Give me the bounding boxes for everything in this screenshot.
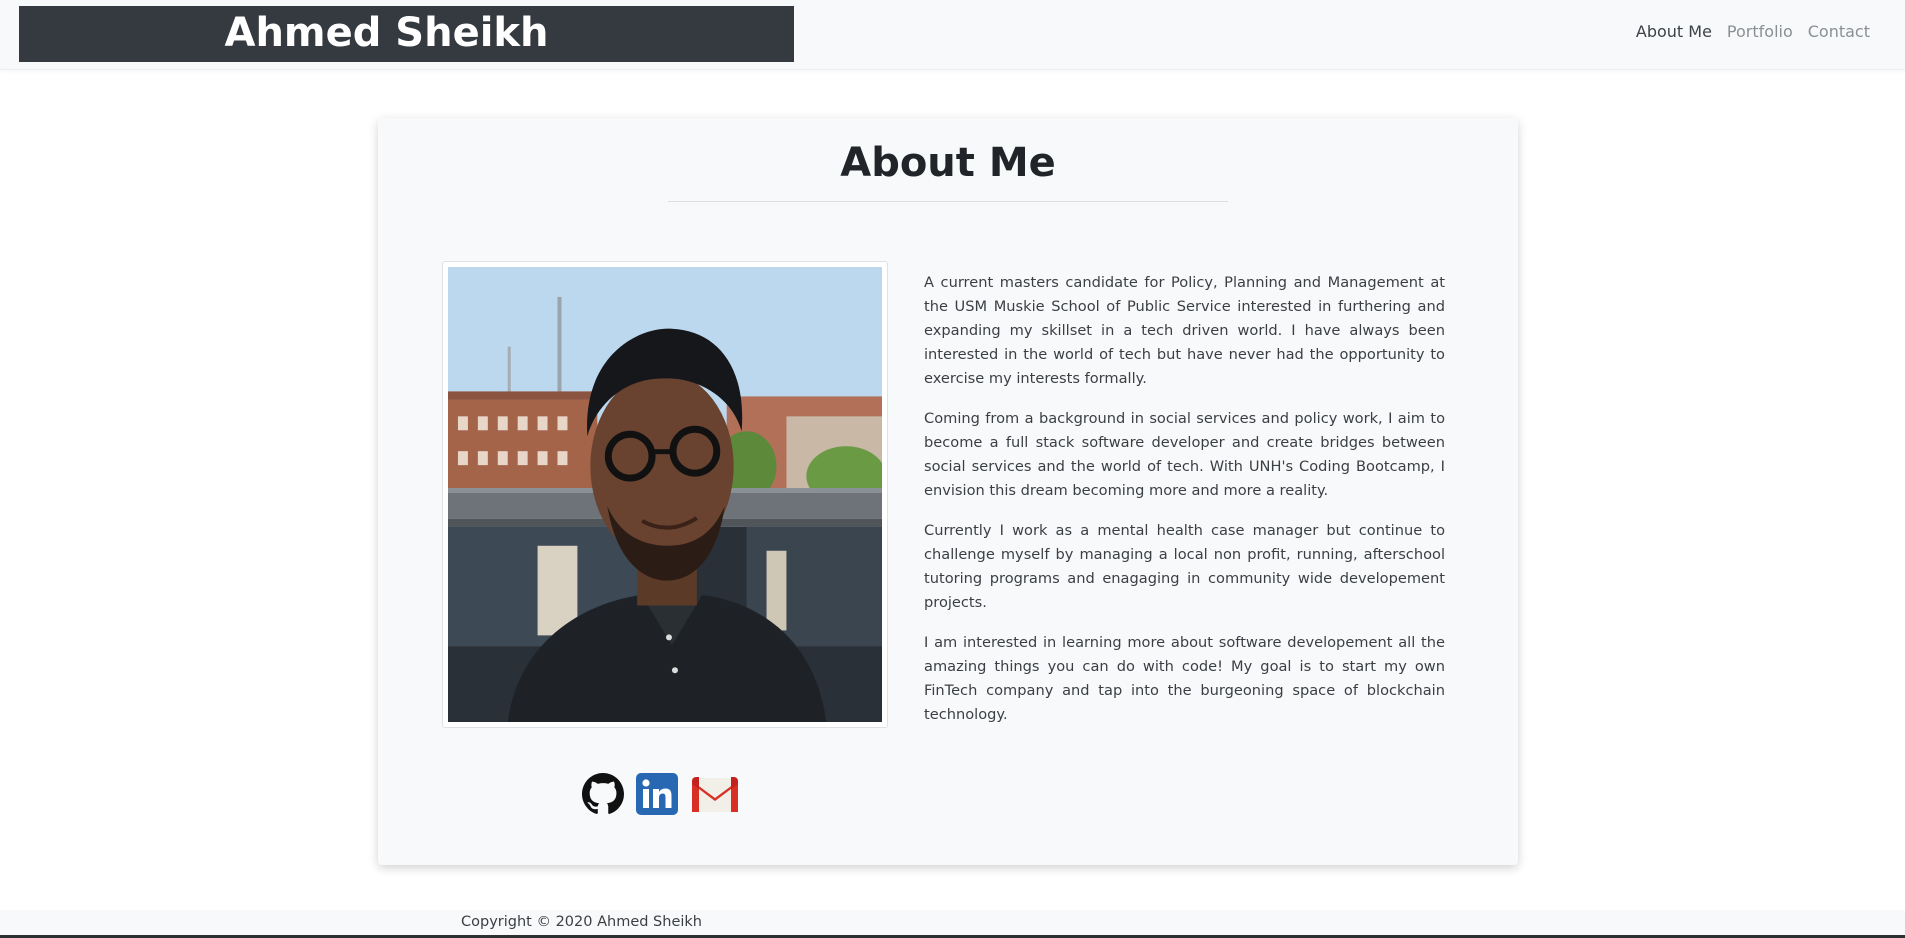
navbar: Ahmed Sheikh About Me Portfolio Contact xyxy=(0,0,1905,70)
nav-link-portfolio[interactable]: Portfolio xyxy=(1727,22,1793,41)
social-links xyxy=(582,773,740,815)
bio-paragraph: Coming from a background in social servi… xyxy=(924,410,1445,499)
bio-text: A current masters candidate for Policy, … xyxy=(924,271,1445,743)
bio-paragraph: A current masters candidate for Policy, … xyxy=(924,274,1445,387)
footer: Copyright © 2020 Ahmed Sheikh xyxy=(0,910,1905,938)
github-icon[interactable] xyxy=(582,773,624,815)
nav-links: About Me Portfolio Contact xyxy=(1636,22,1870,41)
bio-paragraph: Currently I work as a mental health case… xyxy=(924,522,1445,611)
brand-title[interactable]: Ahmed Sheikh xyxy=(19,6,794,62)
gmail-icon[interactable] xyxy=(690,774,740,814)
bio-paragraph: I am interested in learning more about s… xyxy=(924,634,1445,723)
about-card: About Me A current masters candidate for… xyxy=(378,118,1518,865)
page-title: About Me xyxy=(840,140,1056,186)
linkedin-icon[interactable] xyxy=(636,773,678,815)
title-divider xyxy=(668,201,1228,202)
nav-link-about-me[interactable]: About Me xyxy=(1636,22,1712,41)
copyright-text: Copyright © 2020 Ahmed Sheikh xyxy=(461,914,702,930)
nav-link-contact[interactable]: Contact xyxy=(1808,22,1870,41)
profile-photo-frame xyxy=(442,261,888,728)
profile-photo xyxy=(448,267,882,722)
